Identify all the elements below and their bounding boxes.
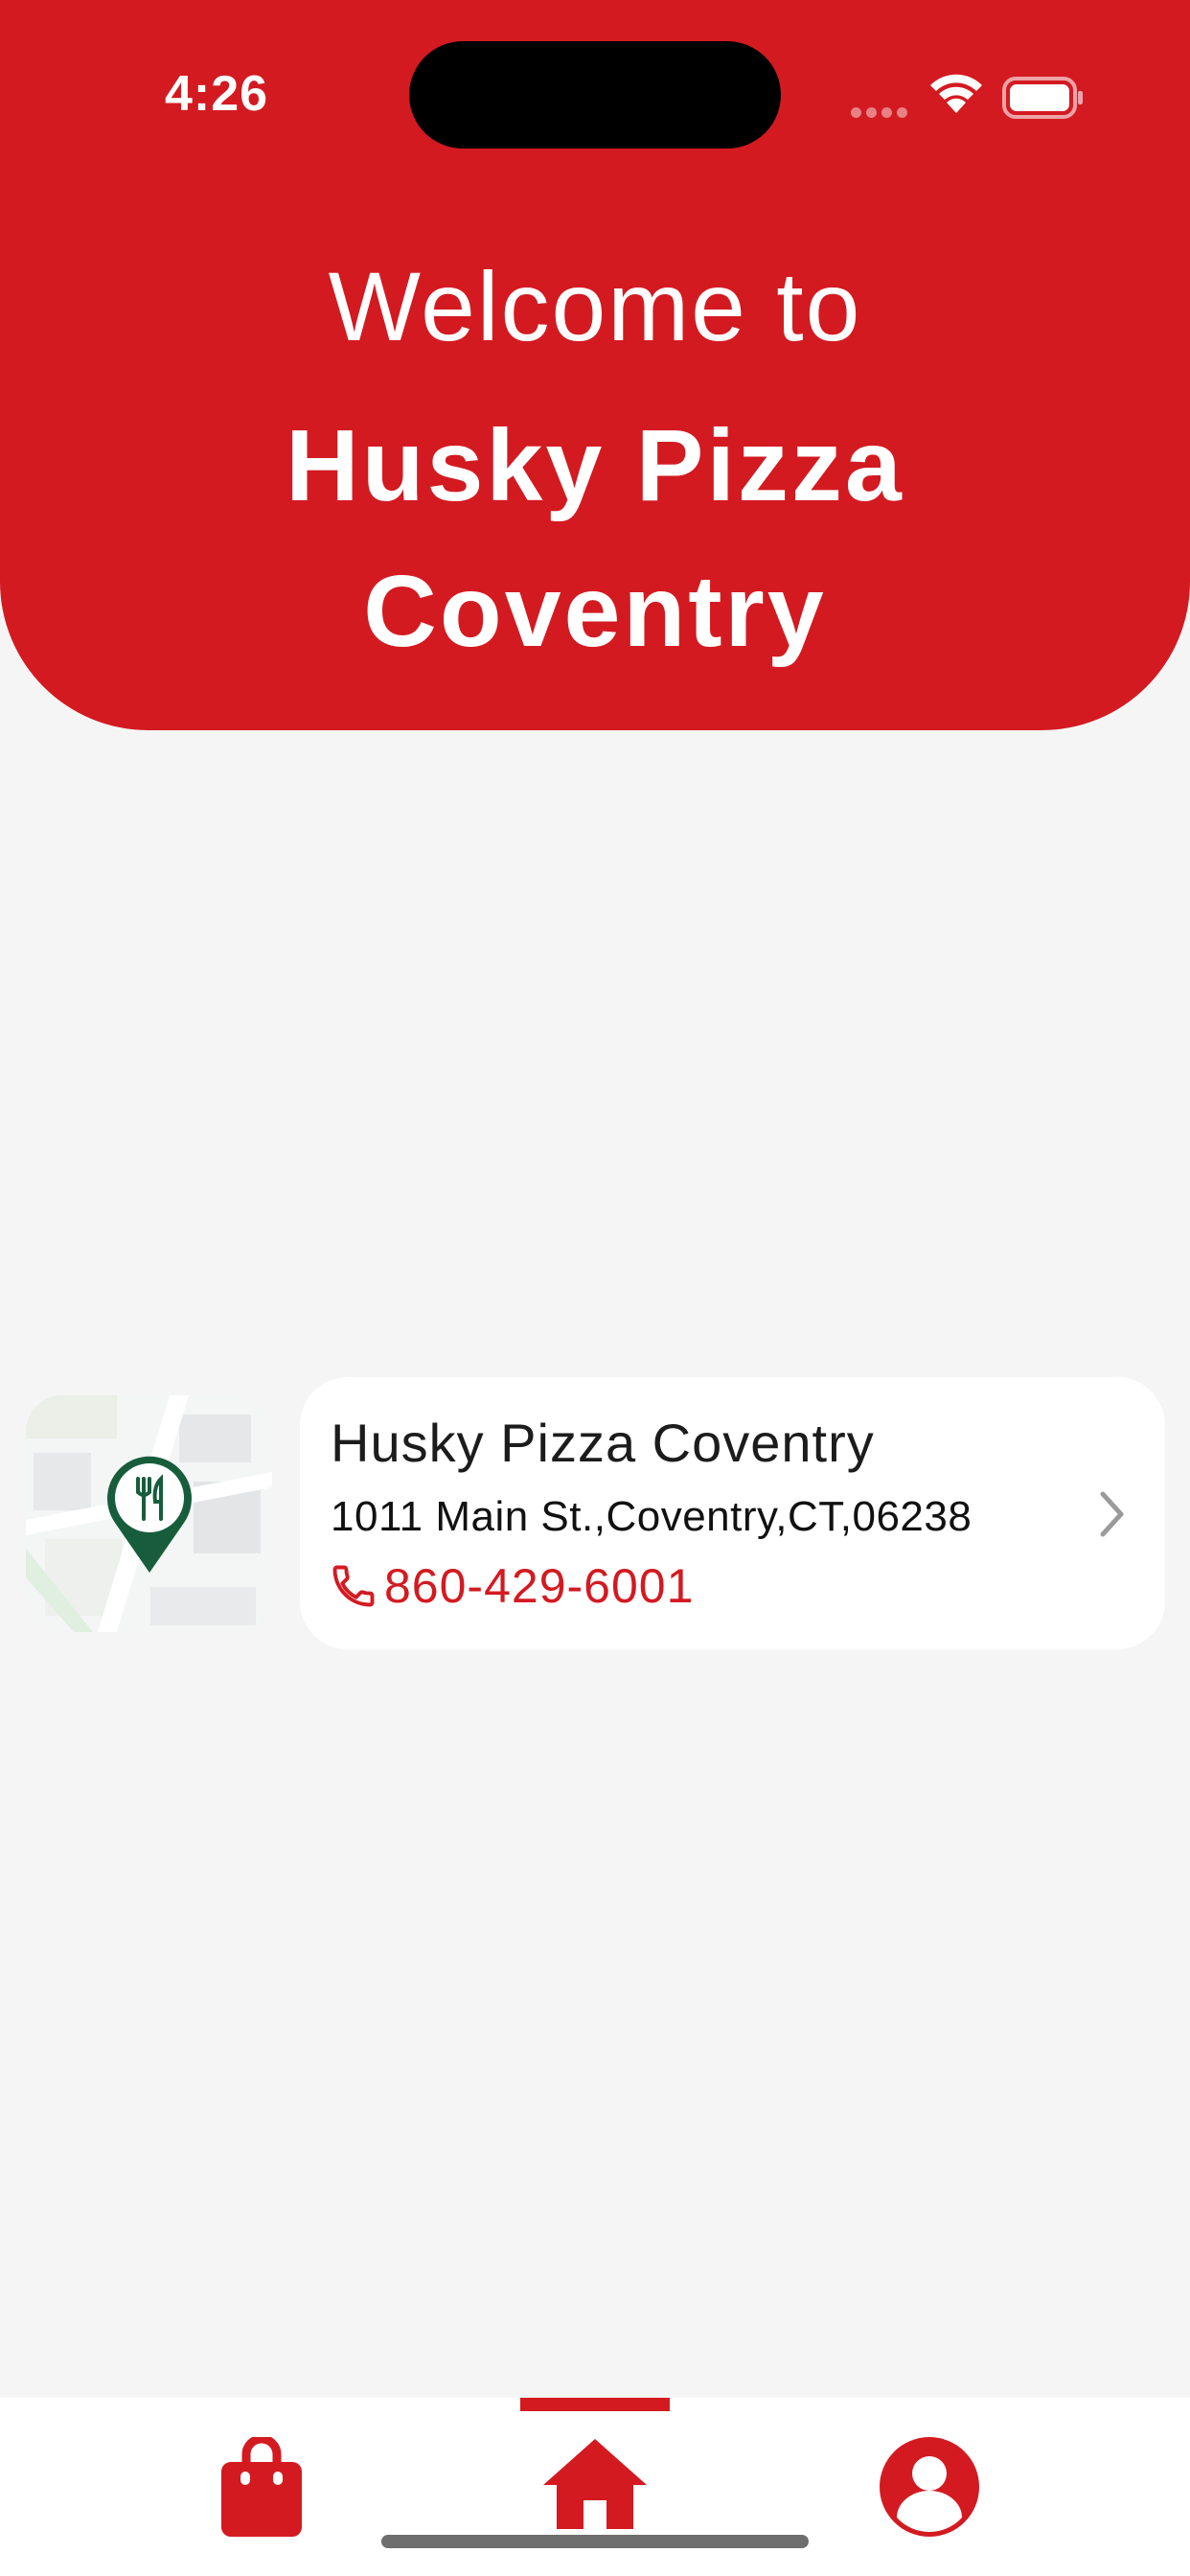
phone-icon (332, 1565, 375, 1607)
phone-number: 860-429-6001 (384, 1559, 695, 1613)
home-indicator[interactable] (381, 2535, 809, 2548)
wifi-icon (930, 74, 982, 113)
welcome-text: Welcome to (328, 252, 862, 361)
battery-icon (1002, 77, 1083, 119)
title-line-1: Husky Pizza (286, 409, 904, 522)
store-name: Husky Pizza Coventry (331, 1413, 875, 1473)
home-icon[interactable] (543, 2439, 647, 2529)
signal-icon (851, 105, 912, 123)
status-time: 4:26 (165, 66, 269, 122)
store-card[interactable]: Husky Pizza Coventry 1011 Main St.,Coven… (300, 1377, 1165, 1649)
map-thumbnail[interactable] (26, 1395, 272, 1632)
chevron-right-icon (1100, 1491, 1124, 1537)
header-banner: 4:26 Welcome to Husky Pizza Coventry (0, 0, 1190, 730)
store-address: 1011 Main St.,Coventry,CT,06238 (331, 1493, 973, 1540)
store-phone-link[interactable]: 860-429-6001 (329, 1559, 694, 1613)
title-line-2: Coventry (363, 555, 827, 668)
active-tab-indicator (520, 2398, 670, 2411)
shopping-bag-icon[interactable] (221, 2437, 302, 2537)
profile-icon[interactable] (880, 2437, 979, 2537)
page-title: Husky Pizza Coventry (0, 393, 1190, 684)
restaurant-pin-icon (107, 1456, 192, 1573)
dynamic-island (409, 41, 781, 149)
status-icons (851, 69, 1090, 123)
